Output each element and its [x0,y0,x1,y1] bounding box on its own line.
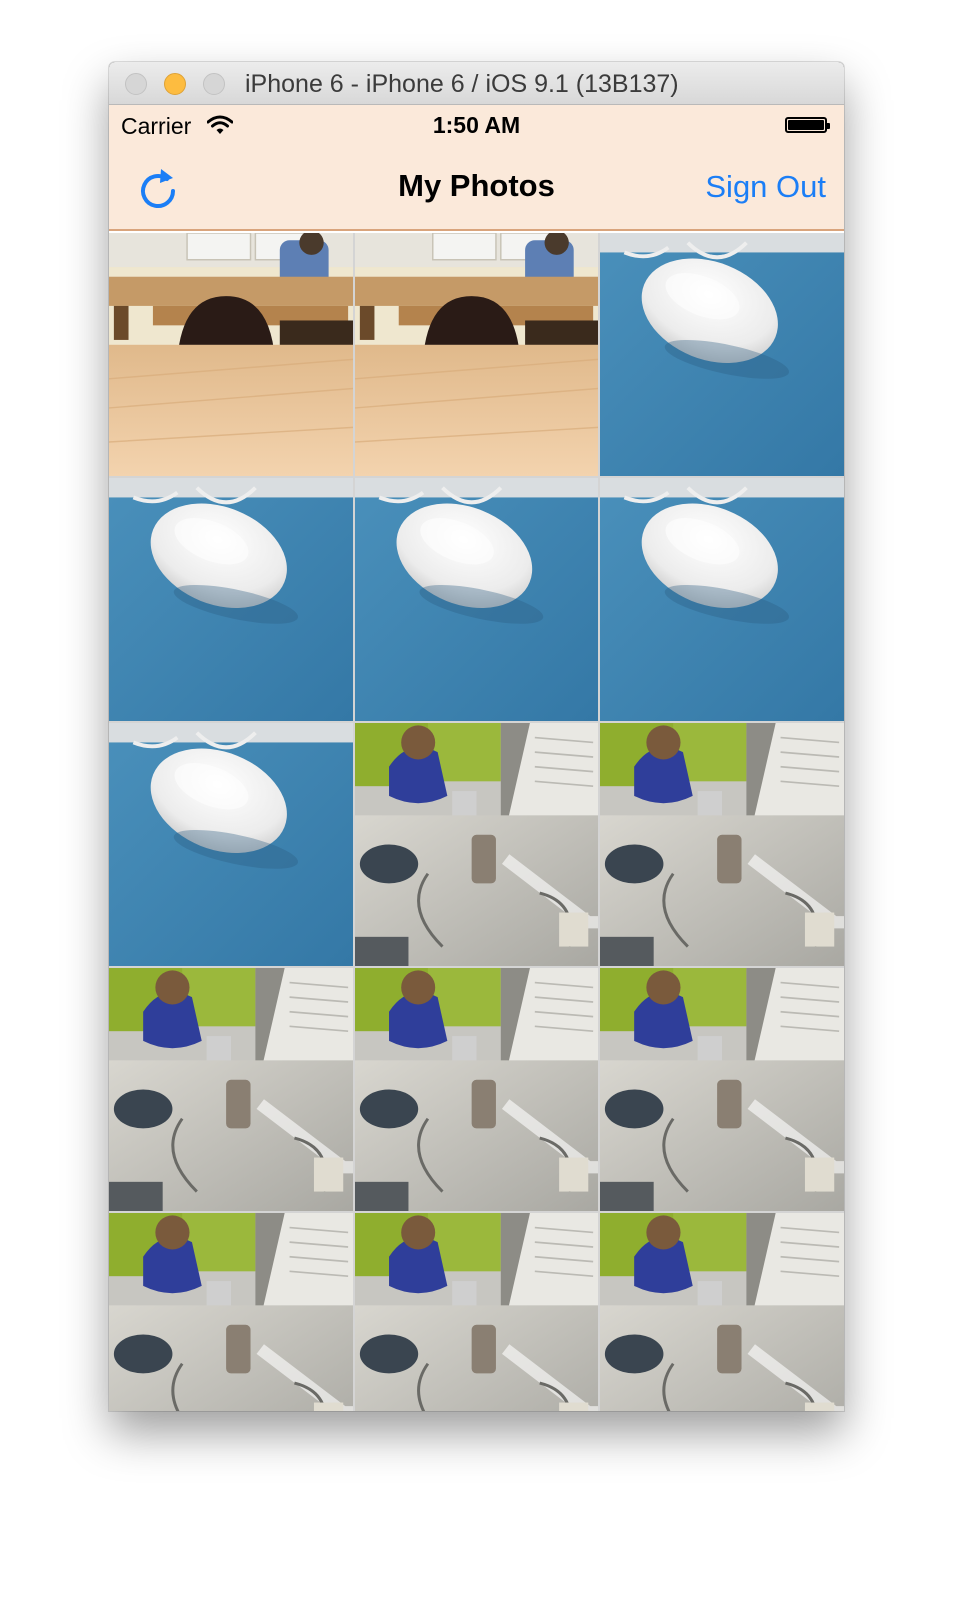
photo-image [600,723,844,966]
photo-grid[interactable] [109,233,844,1411]
photo-image [600,478,844,721]
photo-thumbnail[interactable] [600,968,844,1211]
minimize-window-button[interactable] [164,73,186,95]
sign-out-button[interactable]: Sign Out [705,169,826,205]
photo-image [600,233,844,476]
photo-image [109,478,353,721]
photo-thumbnail[interactable] [355,1213,598,1411]
zoom-window-button[interactable] [203,73,225,95]
photo-image [355,968,598,1211]
status-time: 1:50 AM [432,112,521,138]
photo-thumbnail[interactable] [109,233,353,476]
photo-thumbnail[interactable] [600,723,844,966]
photo-image [355,1213,598,1411]
photo-thumbnail[interactable] [355,233,598,476]
photo-thumbnail[interactable] [109,968,353,1211]
photo-thumbnail[interactable] [355,723,598,966]
photo-image [355,233,598,476]
photo-image [109,723,353,966]
simulator-window: iPhone 6 - iPhone 6 / iOS 9.1 (13B137) C… [109,62,844,1411]
photo-thumbnail[interactable] [600,233,844,476]
photo-image [109,968,353,1211]
photo-image [600,968,844,1211]
photo-thumbnail[interactable] [355,478,598,721]
photo-image [109,233,353,476]
nav-header: Carrier 1:50 AM My Photos Sign Out [109,105,844,231]
battery-icon [785,117,830,133]
photo-image [355,723,598,966]
photo-thumbnail[interactable] [600,1213,844,1411]
close-window-button[interactable] [125,73,147,95]
photo-image [355,478,598,721]
photo-thumbnail[interactable] [109,723,353,966]
phone-screen: Carrier 1:50 AM My Photos Sign Out [109,105,844,1411]
photo-thumbnail[interactable] [109,1213,353,1411]
window-titlebar[interactable]: iPhone 6 - iPhone 6 / iOS 9.1 (13B137) [109,62,844,105]
photo-image [600,1213,844,1411]
photo-thumbnail[interactable] [600,478,844,721]
window-title: iPhone 6 - iPhone 6 / iOS 9.1 (13B137) [245,70,679,98]
photo-image [109,1213,353,1411]
photo-thumbnail[interactable] [109,478,353,721]
photo-thumbnail[interactable] [355,968,598,1211]
